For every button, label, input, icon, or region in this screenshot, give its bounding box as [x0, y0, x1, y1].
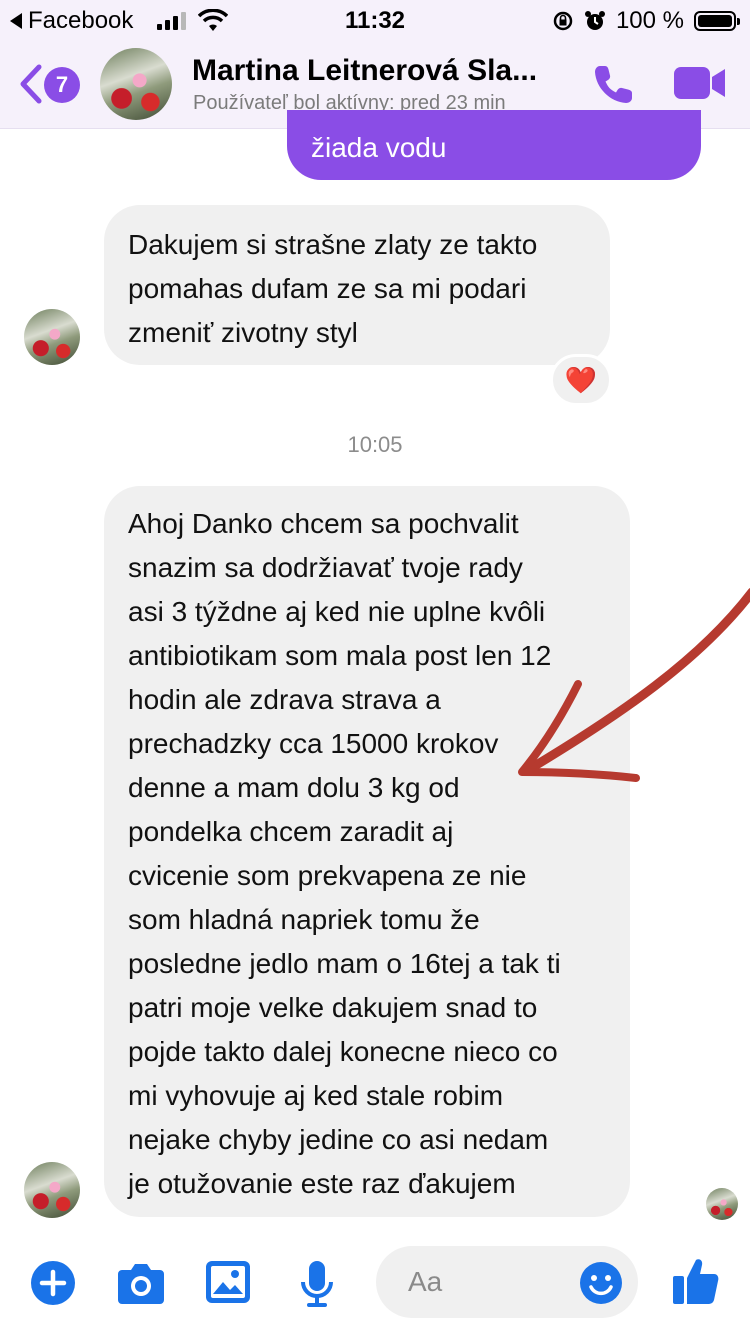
- message-composer: Aa: [0, 1240, 750, 1334]
- message-line: Ahoj Danko chcem sa pochvalit: [128, 508, 519, 539]
- message-timestamp: 10:05: [347, 432, 403, 457]
- emoji-icon[interactable]: [579, 1261, 623, 1305]
- message-line: je otužovanie este raz ďakujem: [128, 1168, 516, 1199]
- back-chevron-icon[interactable]: [18, 64, 42, 104]
- battery-icon: [694, 11, 740, 31]
- received-message-bubble[interactable]: Ahoj Danko chcem sa pochvalit snazim sa …: [104, 486, 630, 1217]
- sent-message-bubble[interactable]: žiada vodu: [287, 110, 701, 180]
- message-input-placeholder: Aa: [408, 1266, 443, 1297]
- message-line: hodin ale zdrava strava a: [128, 684, 441, 715]
- read-receipt-avatar: [706, 1188, 738, 1220]
- message-line: antibiotikam som mala post len 12: [128, 640, 552, 671]
- status-bar: Facebook 11:32 100 %: [0, 0, 750, 40]
- message-line: cvicenie som prekvapena ze nie: [128, 860, 527, 891]
- message-line: patri moje velke dakujem snad to: [128, 992, 538, 1023]
- gallery-icon[interactable]: [205, 1260, 251, 1304]
- lock-rotation-icon: [553, 11, 573, 31]
- message-line: snazim sa dodržiavať tvoje rady: [128, 552, 523, 583]
- video-icon[interactable]: [672, 64, 728, 102]
- message-line: prechadzky cca 15000 krokov: [128, 728, 499, 759]
- message-input[interactable]: Aa: [376, 1246, 638, 1318]
- heart-reaction[interactable]: ❤️: [550, 354, 612, 406]
- alarm-icon: [584, 11, 605, 30]
- thumbs-up-icon[interactable]: [672, 1256, 720, 1306]
- message-line: posledne jedlo mam o 16tej a tak ti: [128, 948, 561, 979]
- message-line: pojde takto dalej konecne nieco co: [128, 1036, 558, 1067]
- sender-avatar[interactable]: [24, 1162, 80, 1218]
- camera-icon[interactable]: [116, 1260, 166, 1306]
- message-line: som hladná napriek tomu že: [128, 904, 480, 935]
- received-message-bubble[interactable]: Dakujem si strašne zlaty ze takto pomaha…: [104, 205, 610, 365]
- battery-percent: 100 %: [615, 7, 684, 34]
- message-line: Dakujem si strašne zlaty ze takto: [128, 229, 538, 260]
- contact-avatar[interactable]: [100, 48, 172, 120]
- sent-message-text: žiada vodu: [311, 132, 447, 163]
- message-line: mi vyhovuje aj ked stale robim: [128, 1080, 504, 1111]
- message-line: asi 3 týždne aj ked nie uplne kvôli: [128, 596, 546, 627]
- message-line: zmeniť zivotny styl: [128, 317, 358, 348]
- message-line: pomahas dufam ze sa mi podari: [128, 273, 527, 304]
- message-line: denne a mam dolu 3 kg od: [128, 772, 460, 803]
- message-line: pondelka chcem zaradit aj: [128, 816, 454, 847]
- message-line: nejake chyby jedine co asi nedam: [128, 1124, 549, 1155]
- microphone-icon[interactable]: [300, 1260, 334, 1308]
- contact-name[interactable]: Martina Leitnerová Sla...: [192, 54, 537, 88]
- unread-count-badge[interactable]: 7: [44, 67, 80, 103]
- phone-icon[interactable]: [590, 60, 638, 108]
- plus-icon[interactable]: [30, 1260, 76, 1306]
- sender-avatar[interactable]: [24, 309, 80, 365]
